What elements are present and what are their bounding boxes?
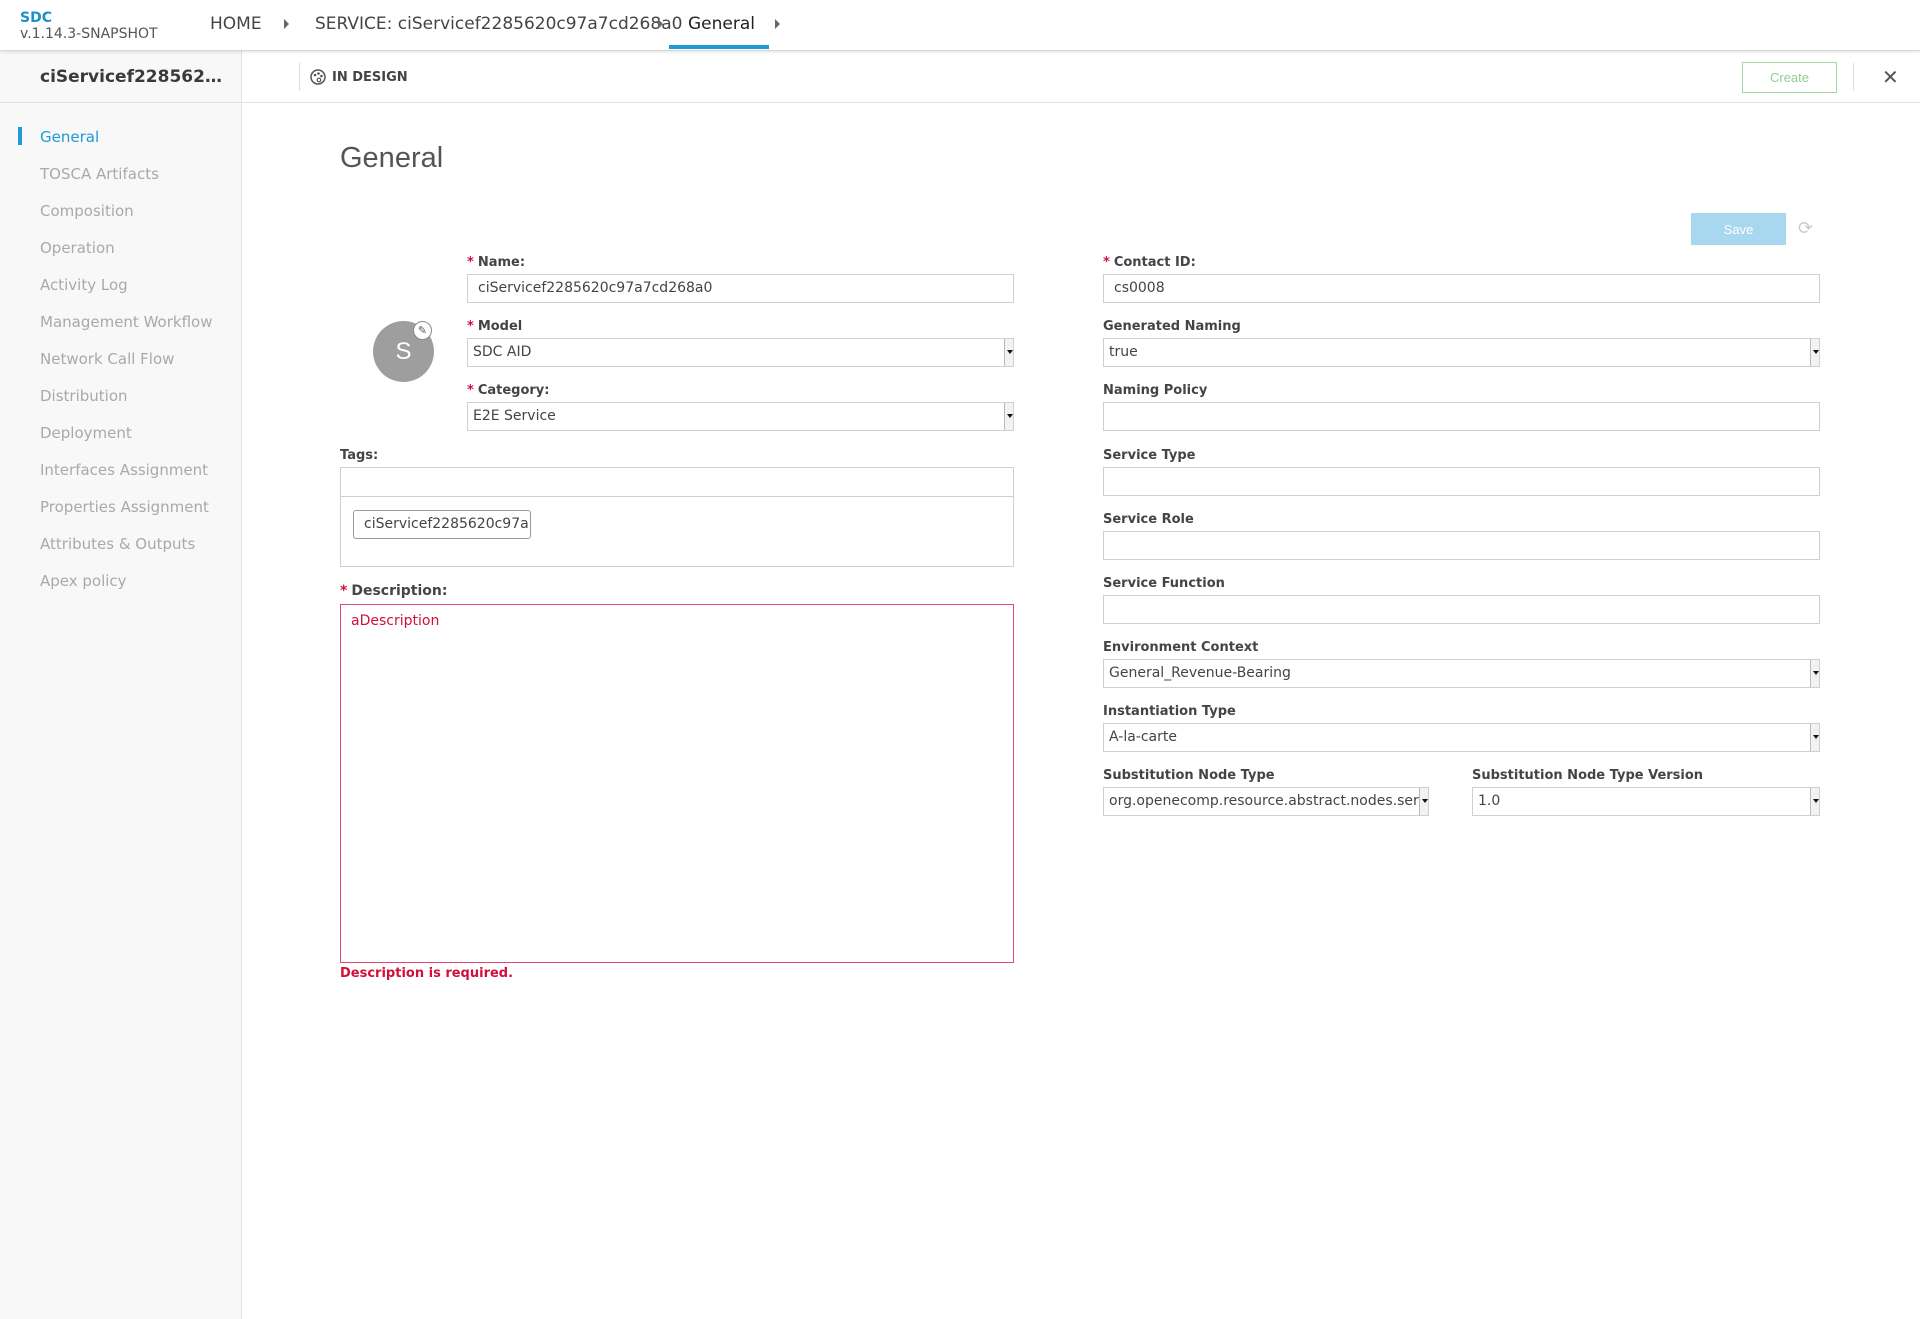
sidebar-item-operation[interactable]: Operation	[40, 239, 115, 257]
name-field[interactable]: ciServicef2285620c97a7cd268a0	[467, 274, 1014, 303]
model-select[interactable]: SDC AID	[467, 338, 1014, 367]
save-button[interactable]: Save	[1691, 213, 1786, 245]
contact-id-label-text: Contact ID:	[1113, 255, 1196, 270]
tags-input[interactable]	[341, 468, 1013, 497]
service-type-label: Service Type	[1103, 448, 1196, 463]
breadcrumb-service[interactable]: SERVICE: ciServicef2285620c97a7cd268a0	[315, 14, 682, 34]
substitution-node-type-value: org.openecomp.resource.abstract.nodes.se…	[1109, 793, 1429, 809]
chevron-right-icon[interactable]	[284, 19, 289, 29]
contact-id-field[interactable]: cs0008	[1103, 274, 1820, 303]
chevron-right-icon[interactable]	[775, 19, 780, 29]
sidebar-item-deployment[interactable]: Deployment	[40, 424, 132, 442]
substitution-node-type-select[interactable]: org.openecomp.resource.abstract.nodes.se…	[1103, 787, 1429, 816]
breadcrumb-home[interactable]: HOME	[210, 14, 262, 34]
service-function-label: Service Function	[1103, 576, 1225, 591]
required-mark: *	[467, 255, 474, 270]
description-label: * Description:	[340, 583, 447, 599]
model-label: * Model	[467, 319, 522, 334]
description-error: Description is required.	[340, 966, 514, 981]
generated-naming-value: true	[1109, 344, 1138, 360]
app-brand[interactable]: SDC v.1.14.3-SNAPSHOT	[20, 10, 158, 42]
app-version: v.1.14.3-SNAPSHOT	[20, 26, 158, 42]
refresh-icon[interactable]: ⟳	[1798, 218, 1813, 239]
model-value: SDC AID	[473, 344, 532, 360]
required-mark: *	[340, 583, 348, 599]
lifecycle-status: IN DESIGN	[310, 69, 408, 85]
sidebar-item-apex-policy[interactable]: Apex policy	[40, 572, 127, 590]
sidebar-item-activity-log[interactable]: Activity Log	[40, 276, 128, 294]
service-role-label: Service Role	[1103, 512, 1194, 527]
category-label-text: Category:	[477, 383, 550, 398]
sidebar: ciServicef2285620c97... General TOSCA Ar…	[0, 51, 242, 1319]
substitution-node-type-label: Substitution Node Type	[1103, 768, 1275, 783]
service-function-field[interactable]	[1103, 595, 1820, 624]
sidebar-item-interfaces-assignment[interactable]: Interfaces Assignment	[40, 461, 208, 479]
pencil-icon[interactable]: ✎	[413, 321, 432, 340]
service-type-field[interactable]	[1103, 467, 1820, 496]
dropdown-arrow-icon[interactable]	[1419, 788, 1428, 815]
naming-policy-field[interactable]	[1103, 402, 1820, 431]
sidebar-item-management-workflow[interactable]: Management Workflow	[40, 313, 212, 331]
environment-context-select[interactable]: General_Revenue-Bearing	[1103, 659, 1820, 688]
sidebar-item-properties-assignment[interactable]: Properties Assignment	[40, 498, 209, 516]
breadcrumb-current[interactable]: General	[688, 14, 755, 34]
description-label-text: Description:	[351, 583, 448, 599]
top-header: SDC v.1.14.3-SNAPSHOT HOME SERVICE: ciSe…	[0, 0, 1920, 51]
sidebar-item-tosca-artifacts[interactable]: TOSCA Artifacts	[40, 165, 159, 183]
tags-label: Tags:	[340, 448, 379, 463]
dropdown-arrow-icon[interactable]	[1810, 788, 1819, 815]
dropdown-arrow-icon[interactable]	[1004, 339, 1013, 366]
divider	[1853, 63, 1854, 91]
category-select[interactable]: E2E Service	[467, 402, 1014, 431]
active-item-marker	[18, 127, 22, 145]
dropdown-arrow-icon[interactable]	[1810, 339, 1819, 366]
substitution-node-type-version-select[interactable]: 1.0	[1472, 787, 1820, 816]
status-label: IN DESIGN	[332, 69, 408, 85]
instantiation-type-value: A-la-carte	[1109, 729, 1177, 745]
name-label: * Name:	[467, 255, 525, 270]
naming-policy-label: Naming Policy	[1103, 383, 1208, 398]
environment-context-label: Environment Context	[1103, 640, 1259, 655]
service-role-field[interactable]	[1103, 531, 1820, 560]
substitution-node-type-version-value: 1.0	[1478, 793, 1501, 809]
sidebar-item-general[interactable]: General	[40, 128, 99, 146]
dropdown-arrow-icon[interactable]	[1810, 724, 1819, 751]
chevron-right-icon[interactable]	[658, 19, 663, 29]
breadcrumb-active-indicator	[669, 45, 769, 49]
page-title: General	[340, 142, 444, 174]
close-icon[interactable]: ✕	[1882, 65, 1899, 89]
generated-naming-label: Generated Naming	[1103, 319, 1241, 334]
category-value: E2E Service	[473, 408, 556, 424]
environment-context-value: General_Revenue-Bearing	[1109, 665, 1291, 681]
name-label-text: Name:	[477, 255, 526, 270]
sidebar-title: ciServicef2285620c97...	[40, 67, 230, 87]
sidebar-item-network-call-flow[interactable]: Network Call Flow	[40, 350, 174, 368]
dropdown-arrow-icon[interactable]	[1004, 403, 1013, 430]
create-button[interactable]: Create	[1742, 62, 1837, 93]
required-mark: *	[467, 383, 474, 398]
model-label-text: Model	[477, 319, 523, 334]
required-mark: *	[1103, 255, 1110, 270]
tags-box: ciServicef2285620c97a7cd268a0	[340, 467, 1014, 567]
app-name: SDC	[20, 10, 52, 26]
sidebar-item-distribution[interactable]: Distribution	[40, 387, 128, 405]
tag-chip[interactable]: ciServicef2285620c97a7cd268a0	[353, 510, 531, 539]
generated-naming-select[interactable]: true	[1103, 338, 1820, 367]
sidebar-item-attributes-outputs[interactable]: Attributes & Outputs	[40, 535, 195, 553]
workspace-header: IN DESIGN Create ✕	[242, 51, 1920, 103]
instantiation-type-select[interactable]: A-la-carte	[1103, 723, 1820, 752]
sidebar-item-composition[interactable]: Composition	[40, 202, 134, 220]
divider	[0, 102, 242, 103]
description-textarea[interactable]: aDescription	[340, 604, 1014, 963]
required-mark: *	[467, 319, 474, 334]
dropdown-arrow-icon[interactable]	[1810, 660, 1819, 687]
category-label: * Category:	[467, 383, 549, 398]
divider	[299, 63, 300, 91]
contact-id-label: * Contact ID:	[1103, 255, 1196, 270]
palette-icon	[310, 69, 326, 85]
substitution-node-type-version-label: Substitution Node Type Version	[1472, 768, 1704, 783]
instantiation-type-label: Instantiation Type	[1103, 704, 1236, 719]
